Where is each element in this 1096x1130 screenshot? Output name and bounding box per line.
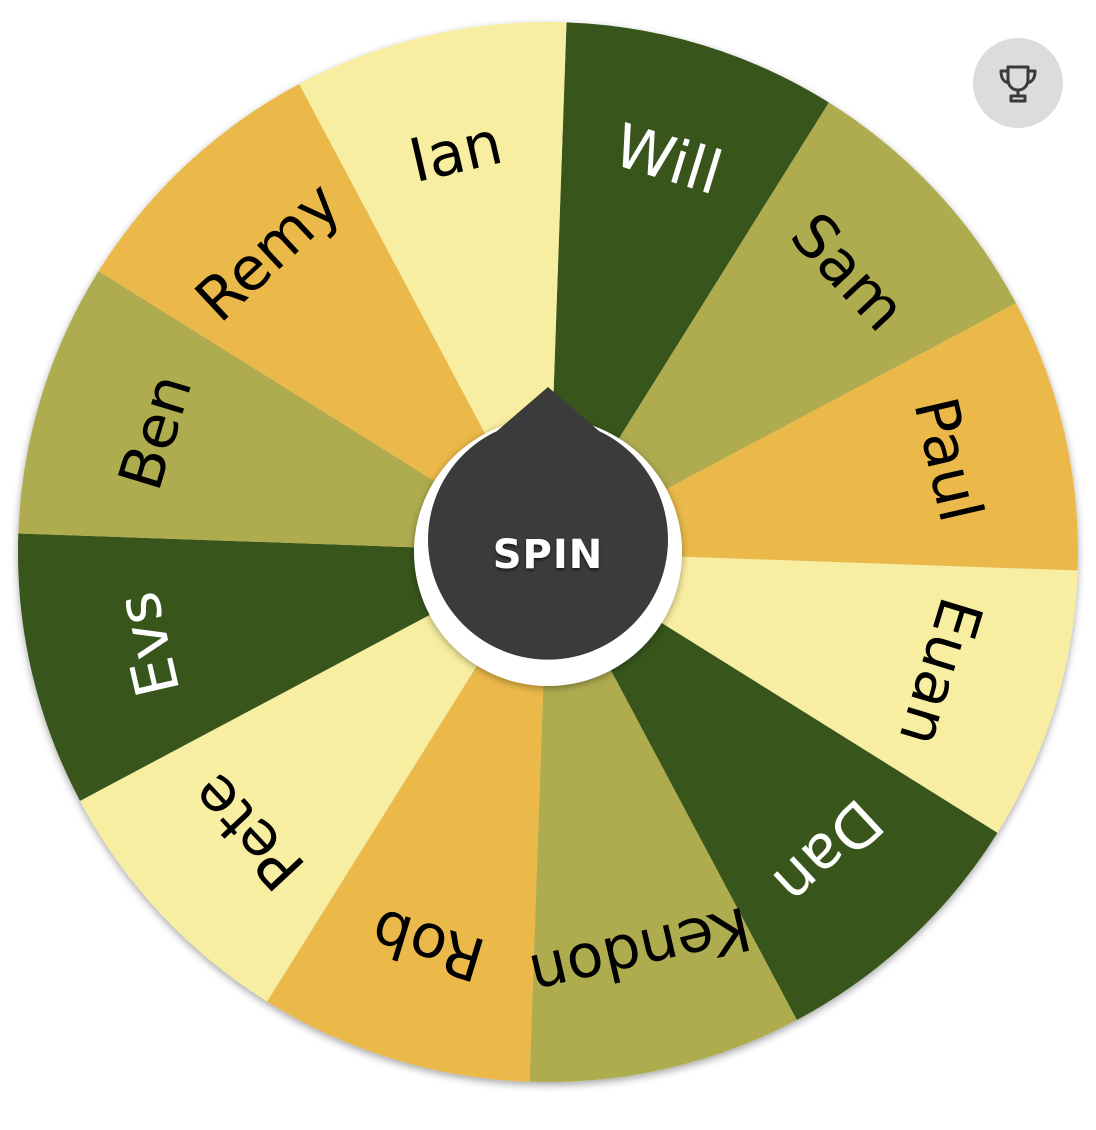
spin-button-label[interactable]: SPIN [493,532,603,578]
trophy-button[interactable] [973,38,1063,128]
wheel-graphic[interactable]: WillSamPaulEuanDanKendonRobPeteEvsBenRem… [0,0,1096,1130]
spinner-wheel[interactable]: Will Sam Paul Euan Dan Kendon Rob Pete Evs Ben Rem… [0,0,1096,1130]
trophy-icon [999,65,1037,103]
